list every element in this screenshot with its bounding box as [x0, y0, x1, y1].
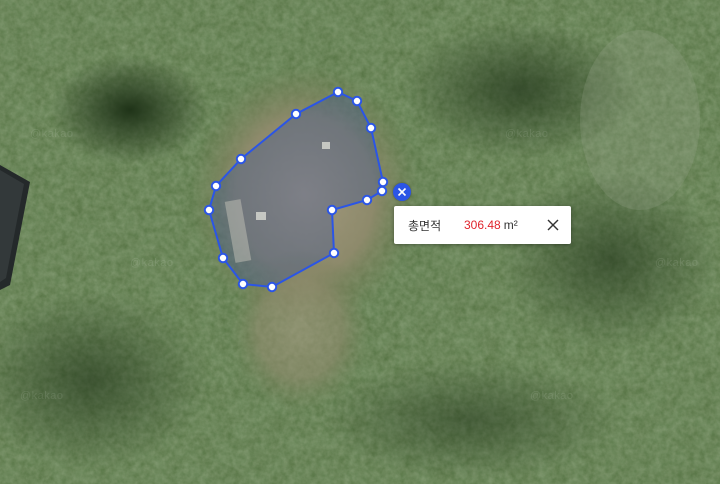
polygon-vertex [217, 252, 229, 264]
polygon-vertex [328, 247, 340, 259]
polygon-vertex [237, 278, 249, 290]
area-measurement-popup: 총면적 306.48 m² [394, 206, 571, 244]
polygon-vertex [210, 180, 222, 192]
area-value: 306.48 [464, 218, 501, 232]
polygon-vertex [365, 122, 377, 134]
polygon-vertex [361, 194, 373, 206]
polygon-vertex [376, 185, 388, 197]
polygon-vertex [266, 281, 278, 293]
polygon-vertex [290, 108, 302, 120]
close-icon [547, 219, 559, 231]
area-unit: m² [503, 218, 518, 232]
close-icon [397, 187, 407, 197]
satellite-imagery[interactable] [0, 0, 720, 484]
close-popup-button[interactable] [543, 215, 563, 235]
polygon-vertex [326, 204, 338, 216]
delete-measurement-button[interactable] [393, 183, 411, 201]
polygon-vertex [203, 204, 215, 216]
polygon-vertex [235, 153, 247, 165]
polygon-vertex [351, 95, 363, 107]
polygon-vertex [377, 176, 389, 188]
map-view[interactable]: @kakao @kakao @kakao @kakao @kakao @kaka… [0, 0, 720, 484]
area-label: 총면적 [408, 218, 442, 233]
polygon-vertex [332, 86, 344, 98]
